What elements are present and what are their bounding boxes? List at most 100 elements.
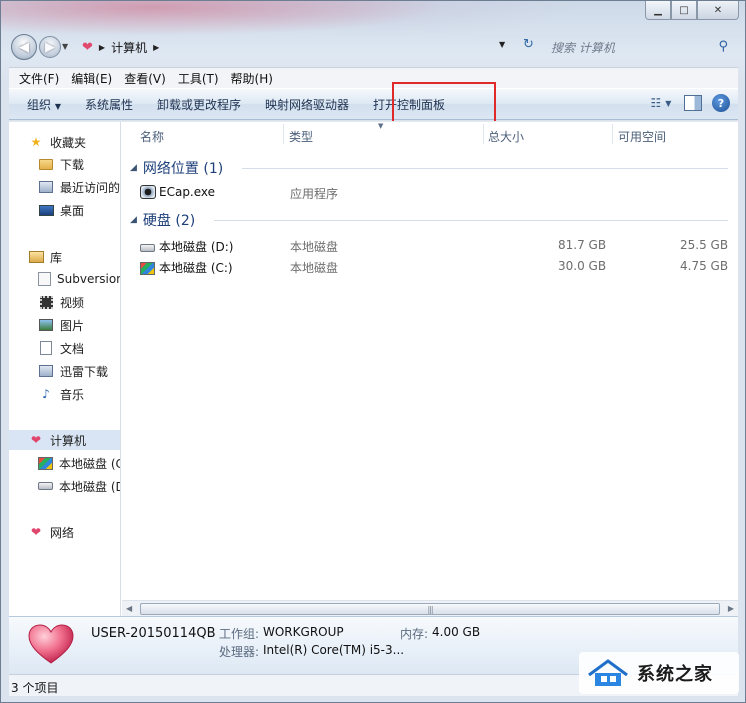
- nav-favorites[interactable]: ★ 收藏夹: [9, 132, 120, 152]
- menu-edit[interactable]: 编辑(E): [65, 70, 118, 87]
- horizontal-scrollbar[interactable]: ◀ ||| ▶: [122, 600, 738, 617]
- list-item[interactable]: ECap.exe 应用程序: [122, 182, 738, 202]
- breadcrumb-computer[interactable]: 计算机: [111, 39, 147, 56]
- menu-view[interactable]: 查看(V): [118, 70, 172, 87]
- site-watermark: 系统之家: [579, 652, 739, 694]
- nav-desktop[interactable]: 桌面: [9, 200, 120, 220]
- menu-tools[interactable]: 工具(T): [172, 70, 225, 87]
- memory-value: 4.00 GB: [432, 625, 481, 639]
- nav-recent[interactable]: 最近访问的: [9, 177, 121, 197]
- desktop-icon: [38, 203, 54, 217]
- group-divider: [214, 220, 728, 221]
- workgroup-value: WORKGROUP: [263, 625, 344, 639]
- address-history-dropdown[interactable]: ▼: [499, 40, 505, 49]
- navigation-pane[interactable]: ★ 收藏夹 下载 最近访问的 桌面 库 Subversion 视频 图片 文档 迅…: [9, 122, 121, 617]
- change-view-icon[interactable]: ☷ ▼: [648, 94, 674, 112]
- collapse-triangle-icon[interactable]: ◢: [130, 215, 137, 225]
- nav-downloads[interactable]: 下载: [9, 154, 120, 174]
- breadcrumb-separator-icon[interactable]: ▶: [99, 43, 105, 52]
- caption-buttons: ▁ □ ✕: [645, 1, 739, 21]
- nav-label: 迅雷下载: [60, 364, 109, 379]
- list-item[interactable]: 本地磁盘 (D:) 本地磁盘 81.7 GB 25.5 GB: [122, 235, 738, 255]
- map-network-drive-button[interactable]: 映射网络驱动器: [253, 96, 361, 113]
- search-box[interactable]: 搜索 计算机 ⚲: [544, 35, 735, 59]
- forward-button[interactable]: ▶: [39, 36, 61, 58]
- minimize-icon: ▁: [654, 4, 662, 16]
- nav-videos[interactable]: 视频: [9, 292, 120, 312]
- uninstall-program-button[interactable]: 卸载或更改程序: [145, 96, 253, 113]
- nav-favorites-label: 收藏夹: [50, 135, 87, 150]
- minimize-button[interactable]: ▁: [645, 1, 671, 20]
- column-separator[interactable]: [483, 124, 484, 144]
- chevron-down-icon: ▼: [54, 101, 61, 111]
- subversion-icon: [38, 272, 51, 286]
- recent-pages-dropdown[interactable]: ▼: [62, 42, 68, 51]
- collapse-triangle-icon[interactable]: ◢: [130, 163, 137, 173]
- nav-computer[interactable]: ❤ 计算机: [9, 430, 120, 450]
- computer-heart-icon: [28, 624, 74, 664]
- application-icon: [140, 185, 156, 199]
- column-separator[interactable]: [612, 124, 613, 144]
- nav-drive-d[interactable]: 本地磁盘 (D: [9, 476, 121, 496]
- back-button[interactable]: ◀: [11, 34, 37, 60]
- close-button[interactable]: ✕: [697, 1, 739, 20]
- house-logo-icon: [588, 659, 628, 686]
- sort-arrow-icon: ▼: [378, 122, 384, 130]
- item-free-space: 25.5 GB: [680, 238, 729, 252]
- download-folder-icon: [38, 364, 54, 378]
- computer-heart-icon: ❤: [30, 433, 42, 447]
- close-icon: ✕: [713, 4, 723, 16]
- column-header-total[interactable]: 总大小: [488, 125, 524, 147]
- help-icon[interactable]: ?: [712, 94, 730, 112]
- group-header-harddisk[interactable]: ◢ 硬盘 (2): [130, 210, 195, 230]
- group-divider: [242, 168, 728, 169]
- star-icon: ★: [30, 135, 42, 149]
- column-header-free[interactable]: 可用空间: [618, 125, 666, 147]
- menu-file[interactable]: 文件(F): [13, 70, 65, 87]
- nav-music[interactable]: ♪ 音乐: [9, 384, 120, 404]
- address-row: ◀ ▶ ▼ ❤ ▶ 计算机 ▶ ▼ ↻ 搜索 计算机 ⚲: [9, 34, 737, 60]
- nav-label: 本地磁盘 (D: [59, 479, 121, 494]
- computer-name: USER-20150114QB: [91, 626, 216, 641]
- item-type: 应用程序: [290, 187, 339, 201]
- organize-label: 组织: [27, 97, 52, 112]
- item-name: 本地磁盘 (D:): [159, 240, 234, 254]
- nav-subversion[interactable]: Subversion: [9, 269, 120, 289]
- column-header-type[interactable]: 类型: [289, 125, 313, 147]
- refresh-icon[interactable]: ↻: [523, 37, 534, 52]
- explorer-window: ▁ □ ✕ ◀ ▶ ▼ ❤ ▶ 计算机 ▶ ▼ ↻ 搜索 计算机 ⚲ 文件(F)…: [0, 0, 746, 703]
- nav-libraries[interactable]: 库: [9, 247, 120, 267]
- nav-label: 最近访问的: [60, 180, 121, 195]
- item-free-space: 4.75 GB: [680, 259, 729, 273]
- nav-documents[interactable]: 文档: [9, 338, 120, 358]
- nav-label: 本地磁盘 (C: [59, 456, 121, 471]
- scroll-right-icon[interactable]: ▶: [728, 604, 734, 613]
- column-separator[interactable]: [283, 124, 284, 144]
- open-control-panel-button[interactable]: 打开控制面板: [361, 96, 457, 113]
- system-properties-button[interactable]: 系统属性: [73, 96, 145, 113]
- maximize-button[interactable]: □: [671, 1, 697, 20]
- menu-help[interactable]: 帮助(H): [225, 70, 279, 87]
- breadcrumb[interactable]: ❤ ▶ 计算机 ▶: [73, 36, 510, 58]
- search-icon[interactable]: ⚲: [718, 39, 728, 54]
- nav-label: 下载: [60, 157, 85, 172]
- drive-icon: [38, 479, 53, 493]
- column-header-name[interactable]: 名称: [140, 125, 164, 147]
- scroll-left-icon[interactable]: ◀: [126, 604, 132, 613]
- item-total-size: 81.7 GB: [558, 238, 607, 252]
- group-title: 硬盘 (2): [142, 213, 196, 229]
- search-input[interactable]: 搜索 计算机: [551, 39, 615, 56]
- organize-button[interactable]: 组织 ▼: [19, 96, 73, 113]
- forward-arrow-icon: ▶: [45, 39, 55, 55]
- nav-drive-c[interactable]: 本地磁盘 (C: [9, 453, 121, 473]
- preview-pane-icon[interactable]: [684, 95, 702, 111]
- breadcrumb-separator-icon[interactable]: ▶: [153, 43, 159, 52]
- list-item[interactable]: 本地磁盘 (C:) 本地磁盘 30.0 GB 4.75 GB: [122, 256, 738, 276]
- nav-network[interactable]: ❤ 网络: [9, 522, 120, 542]
- scrollbar-thumb[interactable]: |||: [140, 603, 720, 615]
- command-bar-right: ☷ ▼ ?: [648, 94, 730, 112]
- group-header-network[interactable]: ◢ 网络位置 (1): [130, 158, 223, 178]
- main-area: ★ 收藏夹 下载 最近访问的 桌面 库 Subversion 视频 图片 文档 迅…: [9, 121, 738, 617]
- nav-xunlei[interactable]: 迅雷下载: [9, 361, 120, 381]
- nav-pictures[interactable]: 图片: [9, 315, 120, 335]
